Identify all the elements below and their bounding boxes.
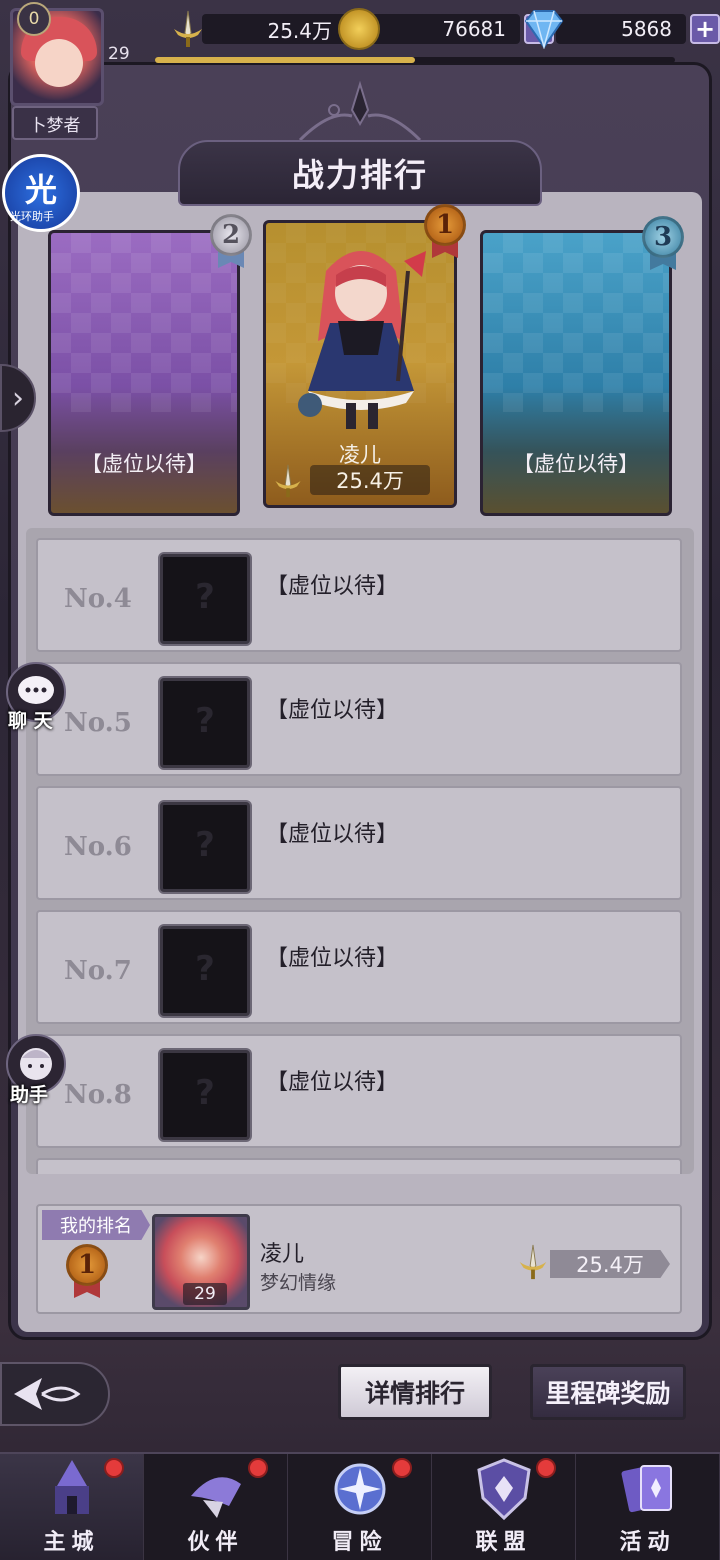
game-screen: 战力排行 0 29 25.4万 76681 + 58 [0, 0, 720, 1560]
vip-badge: 0 [17, 2, 51, 36]
gold-medal-icon: 1 [62, 1244, 112, 1300]
silver-medal-icon: 2 [206, 214, 256, 270]
partner-hat-icon [190, 1477, 241, 1518]
notification-dot [104, 1458, 124, 1478]
list-name: 【虚位以待】 [266, 946, 399, 971]
milestone-reward-button[interactable]: 里程碑奖励 [530, 1364, 686, 1420]
medal-3-number: 3 [642, 216, 684, 258]
castle-icon [54, 1460, 89, 1514]
my-level: 29 [183, 1283, 227, 1305]
empty-portrait-icon: ? [160, 802, 250, 892]
chat-label: 聊 天 [8, 710, 53, 732]
helper-label: 助手 [10, 1084, 49, 1106]
list-rank: No.4 [64, 584, 132, 614]
question-mark-icon: ? [195, 1073, 215, 1113]
sword-icon [174, 10, 202, 47]
chevron-right-icon: › [12, 380, 24, 416]
medal-2-number: 2 [210, 214, 252, 256]
empty-portrait-icon: ? [160, 926, 250, 1016]
rank-card-3[interactable]: 【虚位以待】 [480, 230, 672, 516]
medal-1-number: 1 [424, 204, 466, 246]
panel-title: 战力排行 [178, 140, 542, 206]
question-mark-icon: ? [195, 701, 215, 741]
detail-ranking-button[interactable]: 详情排行 [338, 1364, 492, 1420]
list-name: 【虚位以待】 [266, 1070, 399, 1095]
nav-label: 联盟 [475, 1530, 532, 1555]
nav-main-city[interactable]: 主城 [0, 1454, 144, 1560]
gold-medal-icon: 1 [420, 204, 470, 260]
xp-bar [155, 57, 675, 63]
top-bar: 0 29 25.4万 76681 + 5868 + [0, 0, 720, 106]
question-mark-icon: ? [195, 949, 215, 989]
diamond-icon [524, 10, 564, 49]
rank-card-1[interactable]: 凌儿 25.4万 [263, 220, 457, 508]
my-rank-tag: 我的排名 [42, 1210, 150, 1240]
halo-assistant-glyph: 光 [24, 171, 57, 209]
rank-3-label: 【虚位以待】 [513, 452, 639, 476]
list-item[interactable]: No.6 ? 【虚位以待】 [36, 786, 682, 900]
gold-value: 76681 [370, 14, 520, 44]
notification-dot [248, 1458, 268, 1478]
ornament-icon [298, 80, 422, 142]
rank-card-2[interactable]: 【虚位以待】 [48, 230, 240, 516]
bottom-nav: 主城 伙伴 冒险 联盟 活动 [0, 1452, 720, 1560]
nav-alliance[interactable]: 联盟 [432, 1454, 576, 1560]
event-cards-icon [621, 1465, 672, 1513]
list-item[interactable]: No.8 ? 【虚位以待】 [36, 1034, 682, 1148]
list-item[interactable]: No.5 ? 【虚位以待】 [36, 662, 682, 776]
power-value: 25.4万 [202, 14, 352, 44]
empty-portrait-icon: ? [160, 678, 250, 768]
xp-bar-fill [155, 57, 415, 63]
list-name: 【虚位以待】 [266, 574, 399, 599]
list-name: 【虚位以待】 [266, 822, 399, 847]
gold-coin-icon [338, 8, 380, 50]
my-subtitle: 梦幻情缘 [260, 1272, 337, 1294]
gem-value: 5868 [556, 14, 686, 44]
back-arrow-icon [14, 1378, 81, 1410]
rank-2-label: 【虚位以待】 [81, 452, 207, 476]
nav-adventure[interactable]: 冒险 [288, 1454, 432, 1560]
back-button[interactable] [0, 1362, 110, 1426]
list-item-partial[interactable] [36, 1158, 682, 1174]
halo-assistant-label: 光环助手 [10, 210, 54, 223]
nav-label: 伙伴 [187, 1530, 244, 1555]
player-level: 29 [108, 44, 130, 64]
nav-partners[interactable]: 伙伴 [144, 1454, 288, 1560]
nav-label: 主城 [43, 1530, 100, 1555]
player-title: 卜梦者 [12, 106, 98, 140]
bronze-medal-icon: 3 [638, 216, 688, 272]
nav-label: 活动 [619, 1530, 676, 1555]
list-item[interactable]: No.7 ? 【虚位以待】 [36, 910, 682, 1024]
list-rank: No.5 [64, 708, 132, 738]
list-rank: No.7 [64, 956, 132, 986]
empty-portrait-icon: ? [160, 1050, 250, 1140]
top-player-character [298, 251, 426, 429]
ranking-list[interactable]: No.4 ? 【虚位以待】 No.5 ? 【虚位以待】 No.6 ? 【虚位以待… [26, 528, 694, 1174]
list-name: 【虚位以待】 [266, 698, 399, 723]
adventure-compass-icon [334, 1463, 385, 1515]
my-name: 凌儿 [260, 1242, 305, 1267]
my-rank-card[interactable]: 我的排名 1 29 凌儿 梦幻情缘 25.4万 [36, 1204, 682, 1314]
sword-icon [275, 464, 301, 498]
power-resource: 25.4万 [168, 10, 352, 47]
my-power: 25.4万 [550, 1250, 670, 1278]
nav-label: 冒险 [331, 1530, 388, 1555]
list-rank: No.8 [64, 1080, 132, 1110]
avatar-face [35, 39, 83, 87]
sword-icon [519, 1244, 547, 1280]
gem-resource: 5868 + [522, 10, 720, 49]
nav-events[interactable]: 活动 [576, 1454, 720, 1560]
question-mark-icon: ? [195, 825, 215, 865]
my-avatar: 29 [152, 1214, 250, 1310]
rank-1-power: 25.4万 [310, 465, 430, 495]
alliance-shield-icon [476, 1458, 531, 1521]
notification-dot [392, 1458, 412, 1478]
list-rank: No.6 [64, 832, 132, 862]
my-rank-number: 1 [66, 1244, 108, 1286]
notification-dot [536, 1458, 556, 1478]
question-mark-icon: ? [195, 577, 215, 617]
add-gem-button[interactable]: + [690, 14, 720, 44]
empty-portrait-icon: ? [160, 554, 250, 644]
list-item[interactable]: No.4 ? 【虚位以待】 [36, 538, 682, 652]
